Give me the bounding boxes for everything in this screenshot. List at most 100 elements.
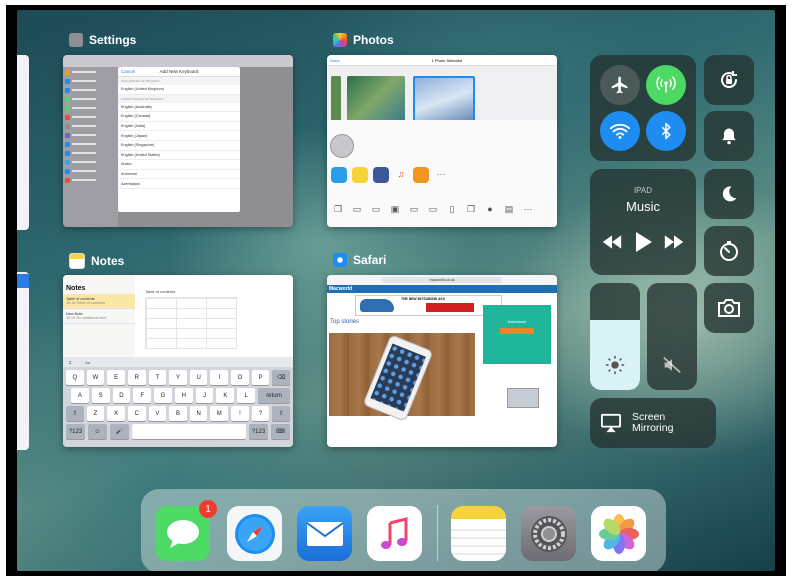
volume-slider[interactable]: [647, 283, 697, 390]
keyboard-option[interactable]: Azerbaijani: [118, 179, 240, 189]
duplicate-icon[interactable]: ❐: [464, 202, 478, 216]
address-bar[interactable]: macworld.co.uk: [382, 277, 502, 283]
key[interactable]: E: [107, 370, 125, 385]
airplay-action-icon[interactable]: ▭: [369, 202, 383, 216]
save-to-files-icon[interactable]: ▭: [426, 202, 440, 216]
photo-thumbnail[interactable]: [331, 76, 341, 121]
more-actions-icon[interactable]: ···: [521, 202, 535, 216]
orientation-lock-toggle[interactable]: [704, 55, 754, 105]
shift-key[interactable]: ⇧: [272, 406, 291, 421]
message-share-icon[interactable]: [331, 167, 347, 183]
bluetooth-toggle[interactable]: [646, 111, 686, 151]
key[interactable]: B: [169, 406, 187, 421]
key[interactable]: A: [71, 388, 89, 403]
key[interactable]: U: [189, 370, 208, 385]
play-icon[interactable]: [634, 232, 652, 252]
copy-icon[interactable]: ❐: [331, 202, 345, 216]
photos-app-icon[interactable]: [591, 506, 646, 561]
key[interactable]: M: [210, 406, 229, 421]
promo-button[interactable]: [500, 328, 534, 334]
photo-thumbnail-selected[interactable]: [413, 76, 475, 125]
keyboard-option[interactable]: English (United States): [118, 151, 240, 161]
key[interactable]: D: [112, 388, 131, 403]
print-icon[interactable]: ▤: [502, 202, 516, 216]
key[interactable]: K: [216, 388, 235, 403]
key[interactable]: I: [210, 370, 229, 385]
fast-forward-icon[interactable]: [664, 235, 684, 249]
key[interactable]: S: [91, 388, 110, 403]
more-share-icon[interactable]: ···: [434, 167, 448, 181]
delete-key[interactable]: ⌫: [272, 370, 291, 385]
camera-button[interactable]: [704, 283, 754, 333]
screen-mirroring-button[interactable]: Screen Mirroring: [590, 398, 716, 448]
laptop-thumbnail[interactable]: [507, 388, 539, 408]
wifi-toggle[interactable]: [600, 111, 640, 151]
key[interactable]: Y: [169, 370, 187, 385]
keyboard-option[interactable]: English (India): [118, 122, 240, 132]
note-list-item[interactable]: New Note 10:21 No additional text: [63, 309, 135, 324]
space-key[interactable]: [132, 424, 246, 439]
wallpaper-icon[interactable]: ▣: [388, 202, 402, 216]
facebook-share-icon[interactable]: [373, 167, 389, 183]
key[interactable]: L: [237, 388, 256, 403]
brightness-slider[interactable]: [590, 283, 640, 390]
done-button[interactable]: Done: [330, 58, 340, 63]
notes-share-icon[interactable]: [352, 167, 368, 183]
settings-app-icon[interactable]: [521, 506, 576, 561]
keyboard-option[interactable]: Armenian: [118, 170, 240, 180]
silent-mode-toggle[interactable]: [704, 111, 754, 161]
mail-app-icon[interactable]: [297, 506, 352, 561]
promo-box[interactable]: freshstock: [483, 305, 551, 364]
dictation-key[interactable]: 🎤: [110, 424, 129, 439]
hide-keyboard-key[interactable]: ⌨: [271, 424, 290, 439]
key[interactable]: !: [231, 406, 249, 421]
numbers-key[interactable]: ?123: [66, 424, 85, 439]
airplane-mode-toggle[interactable]: [600, 65, 640, 105]
keyboard-option[interactable]: English (Singapore): [118, 141, 240, 151]
do-not-disturb-toggle[interactable]: [704, 169, 754, 219]
music-app-icon[interactable]: [367, 506, 422, 561]
assign-contact-icon[interactable]: ●: [483, 202, 497, 216]
key[interactable]: P: [251, 370, 270, 385]
key[interactable]: Q: [66, 370, 84, 385]
keyboard-option[interactable]: English (United Kingdom): [118, 85, 240, 95]
key[interactable]: V: [148, 406, 167, 421]
return-key[interactable]: return: [258, 388, 291, 403]
keyboard-option[interactable]: Arabic: [118, 160, 240, 170]
timer-button[interactable]: [704, 226, 754, 276]
key[interactable]: H: [174, 388, 193, 403]
key[interactable]: ?: [251, 406, 270, 421]
music-share-icon[interactable]: ♫: [394, 167, 408, 181]
banner-ad[interactable]: THE NEW MITSUBISHI ASX: [355, 295, 502, 316]
keyboard-option[interactable]: English (Japan): [118, 131, 240, 141]
key[interactable]: T: [148, 370, 167, 385]
numbers-key[interactable]: ?123: [249, 424, 268, 439]
photos-app-card[interactable]: Done 1 Photo Selected ♫ ··· ❐ ▭ ▭ ▣ ▭ ▭ …: [327, 55, 557, 227]
shift-key[interactable]: ⇧: [66, 406, 84, 421]
key[interactable]: Z: [86, 406, 105, 421]
notes-app-icon[interactable]: [451, 506, 506, 561]
safari-app-icon[interactable]: [227, 506, 282, 561]
key[interactable]: N: [189, 406, 208, 421]
keyboard-option[interactable]: English (Canada): [118, 112, 240, 122]
previous-app-card-edge[interactable]: [17, 55, 29, 230]
music-module[interactable]: IPAD Music: [590, 169, 696, 275]
safari-app-card[interactable]: macworld.co.uk Macworld THE NEW MITSUBIS…: [327, 275, 557, 447]
site-logo[interactable]: Macworld: [329, 286, 352, 292]
books-share-icon[interactable]: [413, 167, 429, 183]
note-editor[interactable]: Table of contents: [135, 275, 293, 357]
key[interactable]: O: [231, 370, 249, 385]
key[interactable]: W: [86, 370, 105, 385]
cancel-button[interactable]: Cancel: [121, 69, 135, 74]
note-table[interactable]: [145, 297, 237, 349]
photo-thumbnail[interactable]: [347, 76, 405, 121]
rewind-icon[interactable]: [602, 235, 622, 249]
add-to-album-icon[interactable]: ▭: [407, 202, 421, 216]
keyboard-option[interactable]: English (Australia): [118, 103, 240, 113]
settings-app-card[interactable]: Cancel Add New Keyboard SUGGESTED KEYBOA…: [63, 55, 293, 227]
airdrop-contact-avatar[interactable]: [330, 134, 354, 158]
key[interactable]: J: [195, 388, 214, 403]
previous-app-card-edge-2[interactable]: [17, 272, 29, 450]
key[interactable]: C: [127, 406, 146, 421]
emoji-key[interactable]: ☺: [88, 424, 107, 439]
